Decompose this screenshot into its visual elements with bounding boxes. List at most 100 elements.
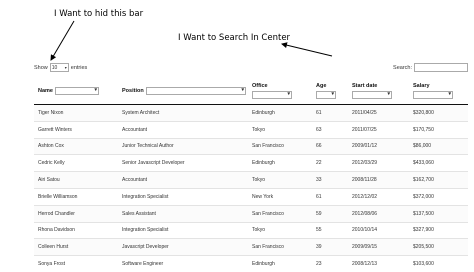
data-table: Name Position Office Age Start date Sala…	[34, 78, 468, 272]
cell-position: Accountant	[118, 120, 248, 139]
office-filter-select[interactable]	[252, 91, 292, 99]
cell-office: San Francisco	[248, 204, 312, 223]
cell-salary: $372,000	[409, 187, 468, 206]
table-row[interactable]: Ashton Cox Junior Technical Author San F…	[34, 137, 468, 155]
cell-position: Sales Assistant	[118, 204, 248, 223]
cell-name: Sonya Frost	[34, 255, 118, 272]
column-header-office[interactable]: Office	[248, 78, 312, 105]
entries-select[interactable]: 10 ▾	[49, 63, 69, 72]
cell-salary: $86,000	[409, 137, 468, 155]
start-date-filter-select[interactable]	[352, 91, 392, 99]
cell-age: 59	[312, 204, 348, 223]
name-filter-select[interactable]	[54, 87, 99, 95]
cell-start-date: 2008/12/13	[348, 255, 409, 272]
cell-office: San Francisco	[248, 137, 312, 155]
cell-salary: $162,700	[409, 171, 468, 189]
arrow-to-search	[281, 42, 333, 57]
cell-name: Tiger Nixon	[34, 104, 118, 122]
cell-position: Integration Specialist	[118, 187, 248, 206]
search-input[interactable]	[414, 63, 468, 72]
cell-age: 39	[312, 238, 348, 256]
cell-salary: $433,060	[409, 154, 468, 172]
cell-start-date: 2008/11/28	[348, 171, 409, 189]
cell-age: 61	[312, 104, 348, 122]
cell-name: Brielle Williamson	[34, 187, 118, 206]
cell-name: Airi Satou	[34, 171, 118, 189]
column-header-age[interactable]: Age	[312, 78, 348, 105]
table-row[interactable]: Brielle Williamson Integration Specialis…	[34, 187, 468, 206]
table-row[interactable]: Colleen Hurst Javascript Developer San F…	[34, 238, 468, 256]
cell-position: Senior Javascript Developer	[118, 154, 248, 172]
table-row[interactable]: Rhona Davidson Integration Specialist To…	[34, 221, 468, 239]
column-header-name[interactable]: Name	[34, 78, 118, 105]
length-menu: Show 10 ▾ entries	[34, 63, 87, 72]
cell-age: 63	[312, 120, 348, 139]
cell-name: Rhona Davidson	[34, 221, 118, 239]
cell-position: Junior Technical Author	[118, 137, 248, 155]
cell-start-date: 2009/01/12	[348, 137, 409, 155]
datatable-controls: Show 10 ▾ entries Search:	[34, 63, 468, 75]
cell-age: 33	[312, 171, 348, 189]
cell-name: Garrett Winters	[34, 120, 118, 139]
cell-name: Herrod Chandler	[34, 204, 118, 223]
table-row[interactable]: Cedric Kelly Senior Javascript Developer…	[34, 154, 468, 172]
column-header-start-date[interactable]: Start date	[348, 78, 409, 105]
table-row[interactable]: Herrod Chandler Sales Assistant San Fran…	[34, 204, 468, 223]
table-row[interactable]: Garrett Winters Accountant Tokyo 63 2011…	[34, 120, 468, 139]
arrow-to-length-bar	[50, 20, 75, 61]
column-header-salary[interactable]: Salary	[409, 78, 468, 105]
table-row[interactable]: Tiger Nixon System Architect Edinburgh 6…	[34, 104, 468, 122]
cell-office: Tokyo	[248, 221, 312, 239]
entries-label: entries	[70, 64, 88, 71]
column-label: Start date	[352, 83, 378, 89]
cell-office: New York	[248, 187, 312, 206]
cell-name: Ashton Cox	[34, 137, 118, 155]
position-filter-select[interactable]	[145, 87, 246, 95]
cell-start-date: 2012/08/06	[348, 204, 409, 223]
column-header-position[interactable]: Position	[118, 78, 248, 105]
cell-start-date: 2009/09/15	[348, 238, 409, 256]
cell-office: Tokyo	[248, 120, 312, 139]
search-box: Search:	[393, 63, 468, 72]
cell-start-date: 2012/12/02	[348, 187, 409, 206]
show-label: Show	[34, 64, 48, 71]
cell-age: 23	[312, 255, 348, 272]
cell-age: 22	[312, 154, 348, 172]
cell-name: Cedric Kelly	[34, 154, 118, 172]
cell-start-date: 2012/03/29	[348, 154, 409, 172]
cell-salary: $103,600	[409, 255, 468, 272]
column-label: Name	[38, 88, 53, 94]
column-label: Office	[252, 83, 268, 89]
column-label: Salary	[413, 83, 430, 89]
cell-position: Accountant	[118, 171, 248, 189]
cell-age: 55	[312, 221, 348, 239]
cell-office: San Francisco	[248, 238, 312, 256]
entries-select-value: 10	[51, 64, 58, 71]
cell-position: Javascript Developer	[118, 238, 248, 256]
cell-age: 66	[312, 137, 348, 155]
column-label: Position	[122, 88, 144, 94]
cell-position: Software Engineer	[118, 255, 248, 272]
age-filter-select[interactable]	[316, 91, 336, 99]
cell-salary: $205,500	[409, 238, 468, 256]
cell-position: Integration Specialist	[118, 221, 248, 239]
cell-salary: $320,800	[409, 104, 468, 122]
cell-office: Edinburgh	[248, 255, 312, 272]
cell-position: System Architect	[118, 104, 248, 122]
chevron-down-icon: ▾	[64, 65, 67, 70]
cell-start-date: 2011/07/25	[348, 120, 409, 139]
cell-start-date: 2011/04/25	[348, 104, 409, 122]
cell-salary: $327,900	[409, 221, 468, 239]
column-label: Age	[316, 83, 327, 89]
cell-office: Tokyo	[248, 171, 312, 189]
cell-salary: $137,500	[409, 204, 468, 223]
salary-filter-select[interactable]	[413, 91, 453, 99]
cell-office: Edinburgh	[248, 104, 312, 122]
cell-age: 61	[312, 187, 348, 206]
cell-office: Edinburgh	[248, 154, 312, 172]
cell-salary: $170,750	[409, 120, 468, 139]
search-label: Search:	[393, 64, 412, 71]
cell-name: Colleen Hurst	[34, 238, 118, 256]
table-row[interactable]: Sonya Frost Software Engineer Edinburgh …	[34, 255, 468, 272]
table-row[interactable]: Airi Satou Accountant Tokyo 33 2008/11/2…	[34, 171, 468, 189]
